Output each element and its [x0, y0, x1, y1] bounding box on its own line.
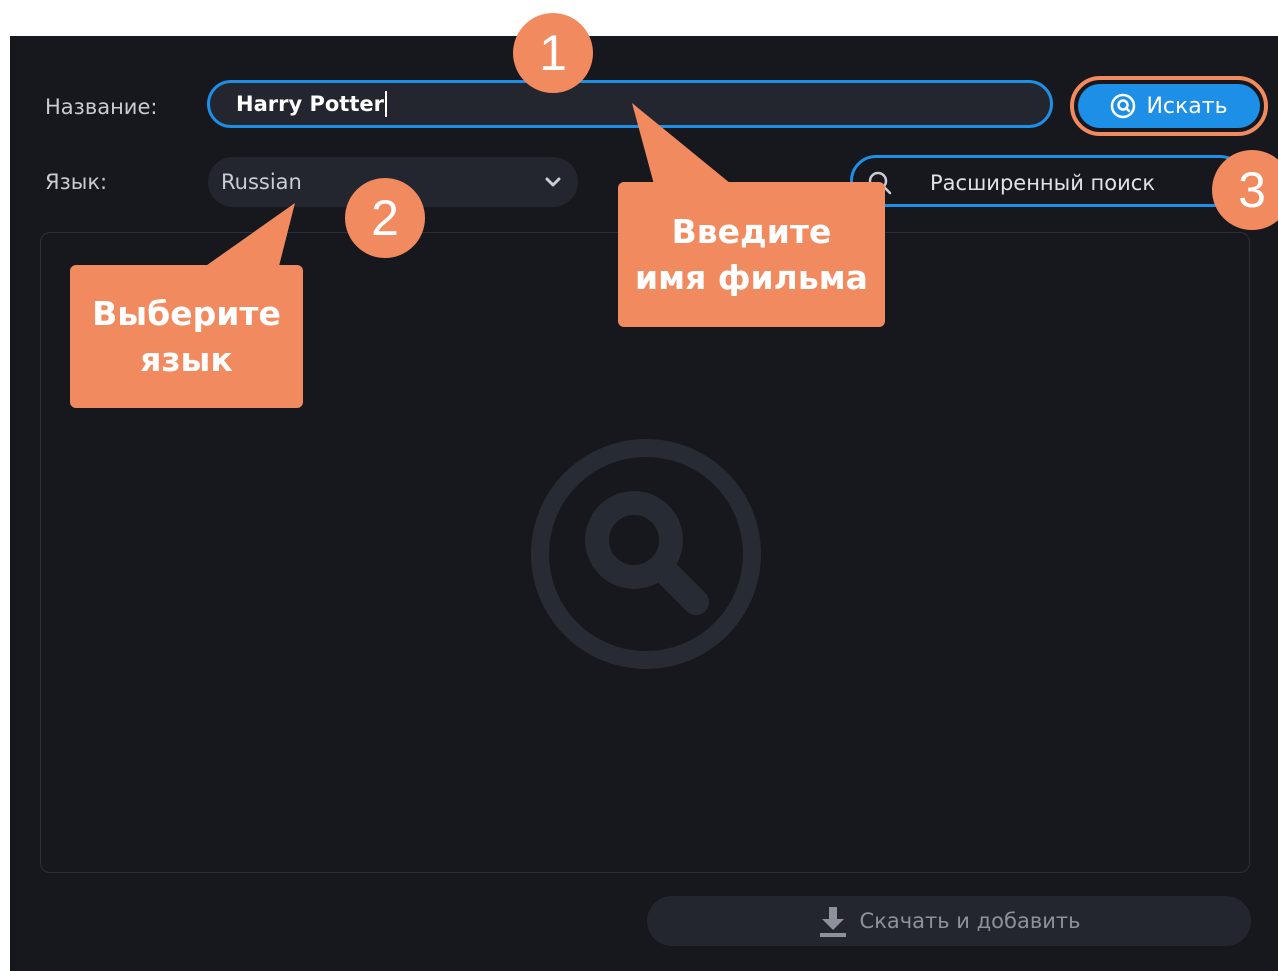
- callout-choose-language-line2: язык: [140, 339, 233, 379]
- callout-enter-title-line1: Введите: [671, 211, 832, 251]
- callout-pointers: [200, 103, 736, 270]
- callout-choose-language: Выберите язык: [70, 265, 303, 408]
- callout-choose-language-line1: Выберите: [92, 293, 281, 333]
- callout-enter-title: Введите имя фильма: [618, 182, 885, 327]
- callout-enter-title-line2: имя фильма: [635, 257, 868, 297]
- step-badge-1: 1: [513, 13, 593, 93]
- step-badge-2: 2: [345, 178, 425, 258]
